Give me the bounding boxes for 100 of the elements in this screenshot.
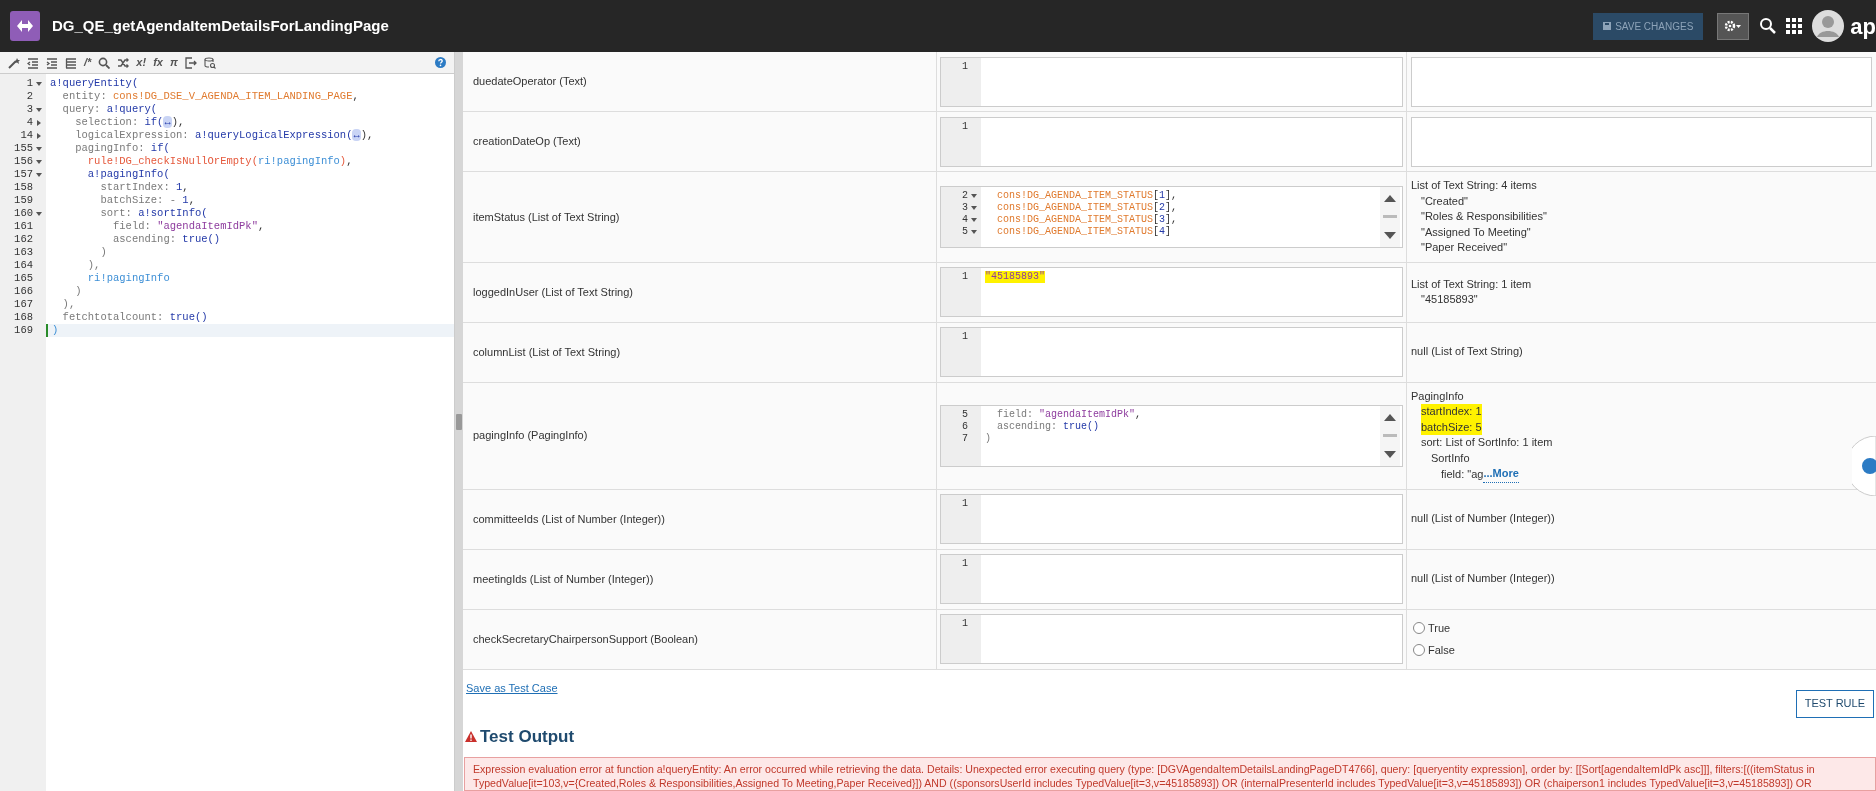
test-rule-button[interactable]: TEST RULE [1795,689,1874,718]
fold-arrow-icon[interactable] [971,192,977,199]
toolbar-button[interactable]: fx [153,57,163,68]
code-line: startIndex: 1, [99,181,189,194]
export-icon[interactable] [184,56,197,69]
input-label: creationDateOp (Text) [473,134,581,150]
save-icon [1603,22,1612,30]
outdent-icon[interactable] [27,56,39,69]
fold-arrow-icon[interactable] [36,171,42,178]
result-text: "Assigned To Meeting" [1421,224,1531,240]
fold-arrow-icon[interactable] [971,204,977,211]
code-line: ri!pagingInfo [86,272,170,285]
result-text: "Roles & Responsibilities" [1421,209,1547,224]
result-text: "45185893" [1421,292,1478,307]
result-text: List of Text String: 1 item [1411,276,1532,292]
toolbar-button[interactable]: π [169,57,178,68]
fold-arrow-icon[interactable] [36,80,42,87]
toolbar-button[interactable]: /* [84,57,92,68]
code-line: ), [61,298,76,311]
code-line: field: "agendaItemIdPk", [112,220,265,233]
code-line: cons!DG_AGENDA_ITEM_STATUS[3], [996,213,1178,226]
scrollbar-drawing[interactable] [1380,186,1400,247]
help-icon[interactable] [435,57,446,68]
assistant-bubble-icon[interactable] [1852,436,1876,496]
more-link[interactable]: ...More [1483,466,1519,483]
code-line: ascending: true() [996,420,1100,433]
fold-arrow-icon[interactable] [971,216,977,223]
avatar-icon[interactable] [1812,10,1845,42]
input-label: meetingIds (List of Number (Integer)) [473,571,654,587]
apps-grid-icon[interactable] [1786,18,1803,34]
input-label: duedateOperator (Text) [473,74,587,90]
result-text: null (List of Text String) [1411,344,1523,360]
result-text: startIndex: 1 [1421,404,1482,420]
settings-button[interactable] [1717,12,1750,40]
window-title: DG_QE_getAgendaItemDetailsForLandingPage [52,15,389,36]
line-number: 4 [26,116,33,129]
result-text: SortInfo [1431,450,1470,466]
fold-arrow-icon[interactable] [36,145,42,152]
fold-arrow-icon[interactable] [36,210,42,217]
database-search-icon[interactable] [203,56,216,69]
code-input-field[interactable]: 5 6 7 field: "agendaItemIdPk", ascending: true() ) [940,404,1403,467]
fold-arrow-icon[interactable] [36,132,42,139]
fold-arrow-icon[interactable] [971,228,977,235]
brand-text: ap [1850,12,1876,41]
fold-arrow-icon[interactable] [36,119,42,126]
result-text: "Created" [1421,193,1468,209]
fold-arrow-icon[interactable] [36,106,42,113]
line-number: 167 [14,298,33,311]
indent-icon[interactable] [46,56,58,69]
line-number: 1 [962,120,968,133]
line-number: 160 [14,207,33,220]
line-number: 1 [962,618,968,630]
shuffle-icon[interactable] [117,56,130,69]
code-line: fetchtotalcount: true() [61,311,208,324]
line-number: 169 [14,324,33,337]
search-icon[interactable] [98,56,111,69]
save-test-case-link[interactable]: Save as Test Case [466,679,558,696]
code-input-field[interactable]: 1 [940,554,1403,604]
toolbar-button[interactable]: x! [136,57,147,68]
line-number: 2 [962,189,968,202]
code-line: logicalExpression: a!queryLogicalExpression(↔), [74,129,374,142]
code-input-field[interactable]: 1 [940,56,1403,107]
input-label: pagingInfo (PagingInfo) [473,428,588,444]
line-number: 168 [14,311,33,324]
radio-button[interactable] [1413,643,1425,656]
code-input-field[interactable]: 1 [940,327,1403,377]
line-number: 166 [14,285,33,298]
code-input-field[interactable]: 1 [940,494,1403,544]
code-line: batchSize: - 1, [99,194,195,207]
code-line: sort: a!sortInfo( [99,207,208,220]
line-number: 3 [962,201,968,214]
input-label: loggedInUser (List of Text String) [473,284,633,300]
section-title: Test Output [480,725,575,748]
line-number: 4 [962,213,968,226]
code-line: entity: cons!DG_DSE_V_AGENDA_ITEM_LANDING_PAGE, [61,90,359,103]
wand-icon[interactable] [8,56,20,69]
code-line: field: "agendaItemIdPk", [996,408,1142,421]
line-number: 7 [962,432,968,445]
scrollbar-drawing[interactable] [1380,405,1400,466]
code-input-field[interactable]: 2 3 4 5 cons!DG_AGENDA_ITEM_STATUS[1], cons!DG_AGENDA_ITEM_STATUS[2], cons!DG_AGENDA_ITEM_STATUS[3], cons!DG_AGENDA_ITEM_STATUS[4] [940,185,1403,248]
code-line: cons!DG_AGENDA_ITEM_STATUS[4] [996,225,1172,238]
code-input-field[interactable]: 1 [940,116,1403,167]
result-text: null (List of Number (Integer)) [1411,511,1555,527]
input-label: checkSecretaryChairpersonSupport (Boolean) [473,631,698,647]
line-number: 1 [962,558,968,570]
code-input-field[interactable]: 1 "45185893" [940,267,1403,317]
line-number: 157 [14,168,33,181]
radio-button[interactable] [1413,622,1425,635]
fold-arrow-icon[interactable] [36,158,42,165]
code-input-field[interactable]: 1 [940,614,1403,664]
code-line: ) [99,246,107,259]
align-icon[interactable] [65,56,77,69]
search-icon[interactable] [1759,17,1778,35]
code-line: a!pagingInfo( [86,168,170,181]
line-number: 1 [962,498,968,510]
code-line: ascending: true() [112,233,221,246]
resize-handle-icon[interactable] [456,413,462,430]
line-number: 14 [20,129,33,142]
result-text: sort: List of SortInfo: 1 item [1421,435,1553,450]
line-number: 1 [962,331,968,343]
